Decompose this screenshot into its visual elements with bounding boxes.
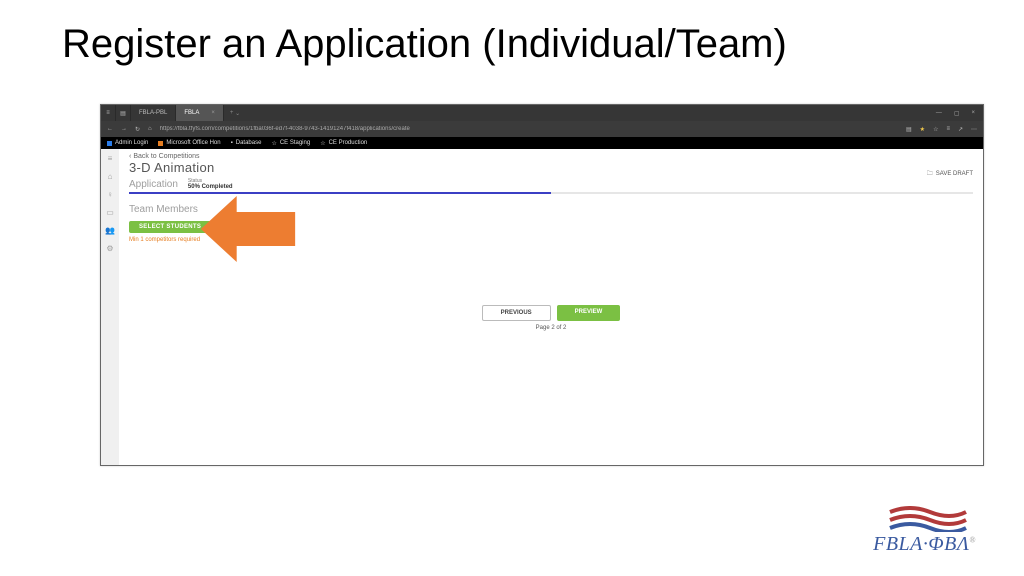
- minimize-icon[interactable]: —: [936, 110, 942, 116]
- app-content: ‹Back to Competitions 3-D Animation 🗀 SA…: [119, 149, 983, 465]
- hub-icon[interactable]: ≡: [101, 105, 116, 121]
- team-members-heading: Team Members: [129, 204, 973, 215]
- fbla-logo: FBLA·ΦΒΛ®: [796, 506, 976, 556]
- share-icon[interactable]: ↗: [958, 126, 963, 133]
- app-body: ≡ ⌂ ♀ ▭ 👥 ⚙ ‹Back to Competitions 3-D An…: [101, 149, 983, 465]
- preview-button[interactable]: PREVIEW: [557, 305, 621, 321]
- previous-button[interactable]: PREVIOUS: [482, 305, 551, 321]
- fav-ce-production[interactable]: ☆CE Production: [320, 140, 367, 147]
- users-icon[interactable]: 👥: [105, 227, 115, 235]
- logo-text: FBLA·ΦΒΛ: [873, 533, 969, 555]
- fav-ms-office[interactable]: Microsoft Office Hon: [158, 140, 220, 146]
- back-icon[interactable]: ←: [107, 126, 113, 133]
- more-icon[interactable]: ⋯: [971, 126, 977, 133]
- registered-mark: ®: [969, 535, 976, 544]
- app-sidebar: ≡ ⌂ ♀ ▭ 👥 ⚙: [101, 149, 119, 465]
- forward-icon[interactable]: →: [121, 126, 127, 133]
- reader-view-icon[interactable]: ▤: [906, 126, 912, 133]
- progress-bar: [129, 192, 973, 194]
- tab-active[interactable]: FBLA ×: [176, 105, 224, 121]
- validation-warning: Min 1 competitors required: [129, 237, 973, 243]
- home-icon[interactable]: ⌂: [108, 173, 113, 181]
- trophy-icon[interactable]: ♀: [107, 191, 113, 199]
- slide-title: Register an Application (Individual/Team…: [62, 22, 787, 67]
- tabs-aside-icon[interactable]: ▤: [116, 105, 131, 121]
- maximize-icon[interactable]: ▢: [954, 110, 960, 117]
- favorites-icon[interactable]: ☆: [933, 126, 938, 133]
- select-students-button[interactable]: SELECT STUDENTS: [129, 221, 211, 233]
- home-icon[interactable]: ⌂: [148, 126, 152, 133]
- close-tab-icon[interactable]: ×: [211, 110, 215, 116]
- wizard-nav: PREVIOUS PREVIEW: [119, 305, 983, 321]
- fav-database[interactable]: ▪Database: [231, 140, 262, 146]
- tab-label: FBLA-PBL: [139, 110, 167, 116]
- save-icon: 🗀: [927, 169, 933, 179]
- favorite-star-icon[interactable]: ★: [920, 126, 925, 133]
- fav-admin-login[interactable]: Admin Login: [107, 140, 148, 146]
- fav-ce-staging[interactable]: ☆CE Staging: [271, 140, 310, 147]
- back-link[interactable]: ‹Back to Competitions: [129, 153, 973, 160]
- favorites-bar: Admin Login Microsoft Office Hon ▪Databa…: [101, 137, 983, 149]
- browser-screenshot: ≡ ▤ FBLA-PBL FBLA × + ⌄ — ▢ × ← → ↻ ⌂: [100, 104, 984, 466]
- tab-inactive[interactable]: FBLA-PBL: [131, 105, 176, 121]
- browser-tab-strip: ≡ ▤ FBLA-PBL FBLA × + ⌄ — ▢ ×: [101, 105, 983, 121]
- close-window-icon[interactable]: ×: [971, 110, 975, 116]
- application-label: Application: [129, 179, 178, 190]
- card-icon[interactable]: ▭: [106, 209, 114, 217]
- pager-text: Page 2 of 2: [119, 325, 983, 331]
- browser-url-bar: ← → ↻ ⌂ https://fbla.tfyfs.com/competiti…: [101, 121, 983, 137]
- menu-icon[interactable]: ≡: [108, 155, 113, 163]
- new-tab-button[interactable]: + ⌄: [224, 105, 246, 121]
- hub-icon[interactable]: ≡: [946, 126, 950, 132]
- tab-label: FBLA: [184, 110, 199, 116]
- competition-title: 3-D Animation: [129, 160, 215, 175]
- url-text[interactable]: https://fbla.tfyfs.com/competitions/1fba…: [160, 126, 898, 132]
- reload-icon[interactable]: ↻: [135, 126, 140, 133]
- save-draft-button[interactable]: 🗀 SAVE DRAFT: [927, 169, 973, 179]
- gear-icon[interactable]: ⚙: [106, 245, 113, 253]
- status-value: 50% Completed: [188, 184, 233, 190]
